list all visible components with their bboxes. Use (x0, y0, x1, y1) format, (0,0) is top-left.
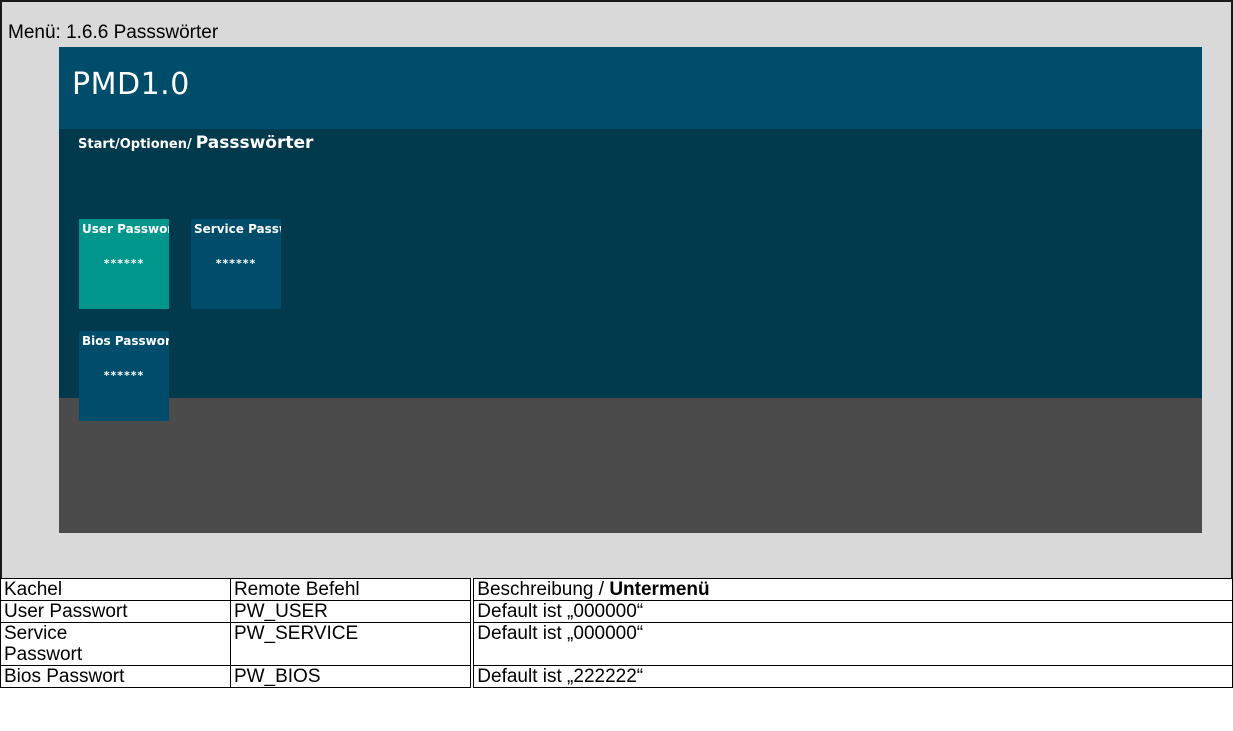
tile-label: User Passwort (82, 222, 169, 236)
tile-value: ****** (215, 257, 257, 270)
menu-heading: Menü: 1.6.6 Passswörter (8, 22, 219, 43)
header-description-prefix: Beschreibung / (477, 579, 610, 600)
cell-description: Default ist „222222“ (471, 665, 1233, 688)
cell-kachel: User Passwort (0, 600, 231, 623)
header-remote: Remote Befehl (229, 578, 475, 601)
tile-value: ****** (103, 257, 145, 270)
breadcrumb-current: Passswörter (195, 133, 314, 153)
header-kachel: Kachel (0, 578, 231, 601)
breadcrumb-path[interactable]: Start/Optionen/ (78, 137, 192, 152)
reference-table: Kachel Remote Befehl Beschreibung / Unte… (0, 578, 1233, 688)
tile-service-password[interactable]: Service Passwort ****** (191, 219, 281, 309)
table-row: Bios Passwort PW_BIOS Default ist „22222… (0, 665, 1233, 688)
header-description-bold: Untermenü (609, 579, 710, 600)
document-panel: Menü: 1.6.6 Passswörter PMD1.0 Start/Opt… (0, 0, 1233, 578)
header-description: Beschreibung / Untermenü (471, 578, 1233, 601)
tile-label: Service Passwort (194, 222, 281, 236)
tile-bios-password[interactable]: Bios Passwort ****** (79, 331, 169, 421)
cell-kachel: Service Passwort (0, 622, 231, 666)
reference-table-area: Kachel Remote Befehl Beschreibung / Unte… (0, 578, 1233, 731)
cell-remote: PW_USER (229, 600, 475, 623)
tile-label: Bios Passwort (82, 334, 169, 348)
cell-description: Default ist „000000“ (471, 622, 1233, 666)
table-row: User Passwort PW_USER Default ist „00000… (0, 600, 1233, 623)
table-header-row: Kachel Remote Befehl Beschreibung / Unte… (0, 578, 1233, 601)
table-row: Service Passwort PW_SERVICE Default ist … (0, 622, 1233, 666)
tile-value: ****** (103, 369, 145, 382)
cell-remote: PW_BIOS (229, 665, 475, 688)
breadcrumb: Start/Optionen/ Passswörter (78, 133, 313, 157)
cell-kachel: Bios Passwort (0, 665, 231, 688)
cell-remote: PW_SERVICE (229, 622, 475, 666)
tile-user-password[interactable]: User Passwort ****** (79, 219, 169, 309)
app-header: PMD1.0 (59, 47, 1202, 129)
app-window: PMD1.0 Start/Optionen/ Passswörter User … (59, 47, 1202, 533)
app-title: PMD1.0 (72, 67, 190, 102)
cell-description: Default ist „000000“ (471, 600, 1233, 623)
